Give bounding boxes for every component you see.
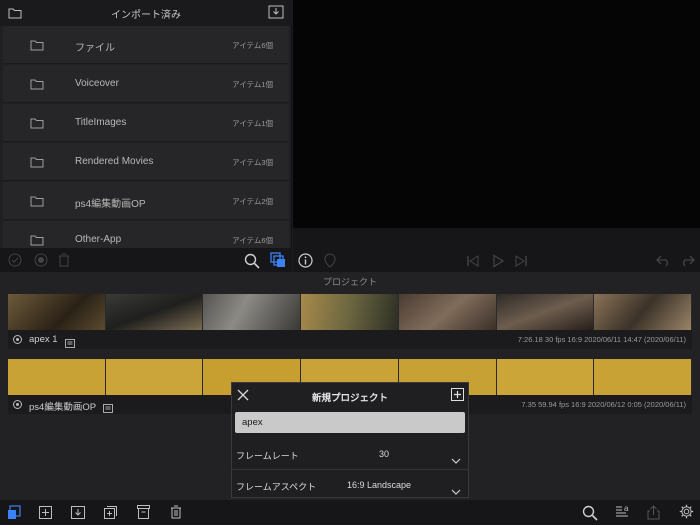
project-name: apex 1: [29, 334, 58, 345]
list-item[interactable]: ps4編集動画OP アイテム2個: [3, 182, 289, 220]
duplicate-icon[interactable]: [104, 506, 117, 524]
trash-icon[interactable]: [58, 253, 70, 272]
divider: [231, 469, 469, 470]
add-icon[interactable]: [39, 506, 52, 524]
file-name: Other-App: [75, 234, 122, 245]
project-name: ps4編集動画OP: [29, 402, 97, 413]
folder-icon: [30, 155, 44, 173]
file-count: アイテム6個: [232, 236, 273, 245]
chevron-down-icon[interactable]: [451, 482, 461, 500]
list-item[interactable]: TitleImages アイテム1個: [3, 104, 289, 142]
folder-icon: [30, 77, 44, 95]
undo-icon[interactable]: [656, 254, 671, 272]
video-viewer[interactable]: [293, 0, 700, 228]
note-icon[interactable]: [103, 400, 113, 418]
list-item[interactable]: Rendered Movies アイテム3個: [3, 143, 289, 181]
project-select-radio[interactable]: [13, 335, 22, 344]
check-icon[interactable]: [8, 253, 22, 272]
media-browser-icon[interactable]: [270, 252, 286, 273]
project-name-input[interactable]: [235, 412, 465, 433]
folder-icon: [30, 38, 44, 56]
search-icon[interactable]: [244, 253, 260, 274]
archive-icon[interactable]: [137, 505, 150, 524]
file-count: アイテム6個: [232, 41, 273, 50]
search-icon[interactable]: [582, 505, 598, 525]
project-select-radio[interactable]: [13, 400, 22, 409]
file-name: ps4編集動画OP: [75, 199, 146, 210]
record-icon[interactable]: [34, 253, 48, 272]
skip-forward-icon[interactable]: [514, 254, 528, 273]
file-name: Rendered Movies: [75, 156, 154, 167]
file-count: アイテム3個: [232, 158, 273, 167]
dialog-title: 新規プロジェクト: [311, 393, 388, 404]
framerate-value[interactable]: 30: [379, 449, 389, 459]
thumbnail-strip: [8, 294, 692, 330]
project-item[interactable]: apex 1 7:26.18 30 fps 16:9 2020/06/11 14…: [8, 294, 692, 349]
import-icon[interactable]: [71, 506, 85, 524]
aspect-value[interactable]: 16:9 Landscape: [347, 480, 411, 490]
add-icon[interactable]: [451, 388, 464, 406]
folder-icon: [30, 116, 44, 134]
list-item[interactable]: Voiceover アイテム1個: [3, 65, 289, 103]
list-item[interactable]: ファイル アイテム6個: [3, 26, 289, 64]
text-icon[interactable]: a: [615, 503, 631, 525]
file-count: アイテム1個: [232, 119, 273, 128]
file-count: アイテム2個: [232, 197, 273, 206]
projects-title: プロジェクト: [322, 277, 377, 287]
info-icon[interactable]: [298, 253, 313, 273]
marker-icon[interactable]: [323, 253, 337, 273]
import-panel-title: インポート済み: [111, 10, 181, 21]
framerate-label: フレームレート: [236, 451, 299, 461]
project-meta: 7.35 59.94 fps 16:9 2020/06/12 0:05 (202…: [521, 400, 686, 409]
import-icon[interactable]: [268, 5, 284, 24]
projects-icon[interactable]: [7, 505, 21, 525]
svg-text:a: a: [624, 504, 629, 513]
file-name: TitleImages: [75, 117, 127, 128]
redo-icon[interactable]: [680, 254, 695, 272]
trash-icon[interactable]: [170, 505, 182, 524]
aspect-label: フレームアスペクト: [236, 482, 317, 492]
folder-icon: [30, 194, 44, 212]
play-icon[interactable]: [491, 254, 505, 273]
note-icon[interactable]: [65, 335, 75, 353]
file-count: アイテム1個: [232, 80, 273, 89]
chevron-down-icon[interactable]: [451, 451, 461, 469]
skip-back-icon[interactable]: [466, 254, 480, 273]
file-name: ファイル: [75, 43, 115, 54]
file-name: Voiceover: [75, 78, 119, 89]
project-meta: 7:26.18 30 fps 16:9 2020/06/11 14:47 (20…: [517, 335, 686, 344]
settings-icon[interactable]: [679, 504, 694, 524]
share-icon[interactable]: [647, 505, 660, 525]
